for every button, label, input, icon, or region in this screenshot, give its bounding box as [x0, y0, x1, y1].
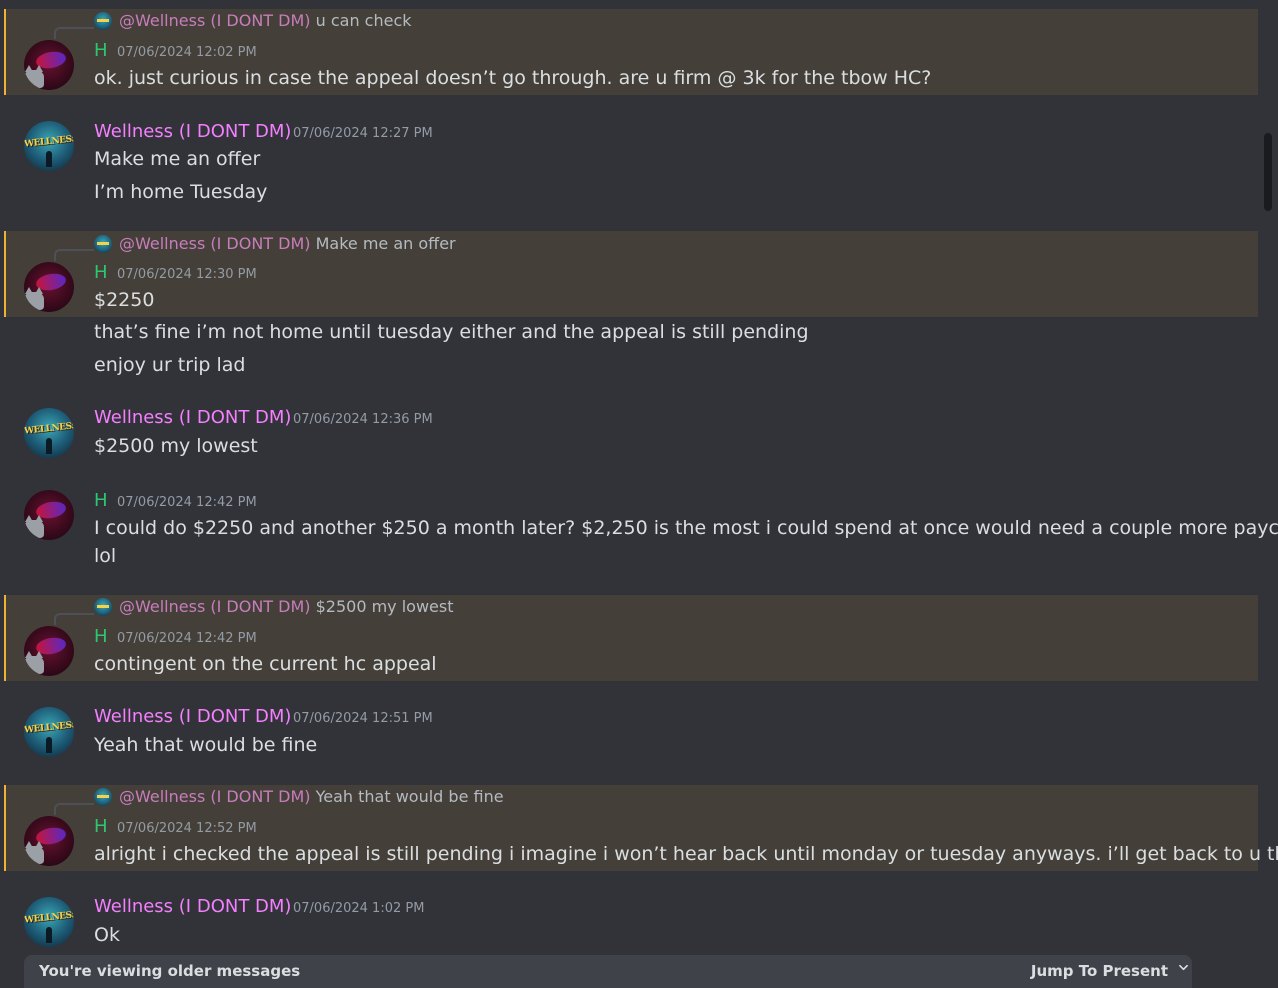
author-name[interactable]: Wellness (I DONT DM)	[94, 121, 291, 142]
message-text: alright i checked the appeal is still pe…	[94, 843, 1278, 865]
message-item[interactable]: WELLNESS Wellness (I DONT DM) 07/06/2024…	[4, 110, 1258, 210]
reply-connector	[54, 613, 94, 625]
message-text: that’s fine i’m not home until tuesday e…	[94, 321, 809, 343]
reply-avatar[interactable]	[94, 788, 112, 806]
message-continuation[interactable]: that’s fine i’m not home until tuesday e…	[4, 317, 1258, 383]
scrollbar-thumb[interactable]	[1264, 133, 1272, 211]
timestamp: 07/06/2024 12:27 PM	[293, 126, 433, 141]
timestamp: 07/06/2024 1:02 PM	[293, 901, 425, 916]
avatar-label: WELLNESS	[24, 421, 74, 437]
author-name[interactable]: H	[94, 626, 108, 647]
avatar[interactable]	[24, 262, 74, 312]
message-text: Yeah that would be fine	[94, 734, 318, 756]
message-text: $2250	[94, 289, 155, 311]
timestamp: 07/06/2024 12:51 PM	[293, 711, 433, 726]
avatar[interactable]: WELLNESS	[24, 408, 74, 458]
author-name[interactable]: Wellness (I DONT DM)	[94, 896, 291, 917]
avatar[interactable]	[24, 626, 74, 676]
author-name[interactable]: H	[94, 816, 108, 837]
older-messages-bar: You're viewing older messages Jump To Pr…	[24, 955, 1192, 988]
message-text: enjoy ur trip lad	[94, 354, 246, 376]
reply-preview[interactable]: @Wellness (I DONT DM) u can check	[119, 11, 412, 30]
message-text: Ok	[94, 924, 120, 946]
avatar[interactable]: WELLNESS	[24, 897, 74, 947]
reply-text: Make me an offer	[315, 234, 456, 253]
timestamp: 07/06/2024 12:52 PM	[117, 821, 257, 836]
message-item[interactable]: @Wellness (I DONT DM) $2500 my lowest H …	[4, 595, 1258, 681]
jump-to-present-button[interactable]: Jump To Present	[1031, 962, 1168, 980]
message-text: $2500 my lowest	[94, 435, 258, 457]
avatar-label: WELLNESS	[24, 910, 74, 926]
message-item[interactable]: H 07/06/2024 12:42 PM I could do $2250 a…	[4, 480, 1278, 580]
message-text: I’m home Tuesday	[94, 181, 268, 203]
older-messages-notice: You're viewing older messages	[39, 962, 301, 980]
avatar-label: WELLNESS	[24, 134, 74, 150]
reply-connector	[54, 803, 94, 815]
chevron-down-icon[interactable]	[1179, 963, 1188, 972]
avatar[interactable]: WELLNESS	[24, 121, 74, 171]
reply-mention[interactable]: @Wellness (I DONT DM)	[119, 11, 311, 30]
timestamp: 07/06/2024 12:42 PM	[117, 631, 257, 646]
message-text: lol	[94, 545, 117, 567]
timestamp: 07/06/2024 12:30 PM	[117, 267, 257, 282]
reply-mention[interactable]: @Wellness (I DONT DM)	[119, 787, 311, 806]
avatar[interactable]: WELLNESS	[24, 707, 74, 757]
reply-preview[interactable]: @Wellness (I DONT DM) $2500 my lowest	[119, 597, 454, 616]
reply-connector	[54, 27, 94, 39]
message-text: ok. just curious in case the appeal does…	[94, 67, 932, 89]
message-text: contingent on the current hc appeal	[94, 653, 437, 675]
timestamp: 07/06/2024 12:02 PM	[117, 45, 257, 60]
author-name[interactable]: Wellness (I DONT DM)	[94, 706, 291, 727]
avatar[interactable]	[24, 816, 74, 866]
avatar[interactable]	[24, 40, 74, 90]
author-name[interactable]: Wellness (I DONT DM)	[94, 407, 291, 428]
message-item[interactable]: @Wellness (I DONT DM) Make me an offer H…	[4, 231, 1258, 317]
author-name[interactable]: H	[94, 490, 108, 511]
reply-preview[interactable]: @Wellness (I DONT DM) Yeah that would be…	[119, 787, 504, 806]
reply-avatar[interactable]	[94, 12, 112, 30]
timestamp: 07/06/2024 12:36 PM	[293, 412, 433, 427]
message-item[interactable]: @Wellness (I DONT DM) u can check H 07/0…	[4, 9, 1258, 95]
reply-mention[interactable]: @Wellness (I DONT DM)	[119, 234, 311, 253]
author-name[interactable]: H	[94, 262, 108, 283]
reply-avatar[interactable]	[94, 598, 112, 616]
message-item[interactable]: WELLNESS Wellness (I DONT DM) 07/06/2024…	[4, 696, 1258, 772]
reply-text: $2500 my lowest	[315, 597, 454, 616]
reply-text: u can check	[315, 11, 412, 30]
message-item[interactable]: @Wellness (I DONT DM) Yeah that would be…	[4, 785, 1278, 871]
reply-text: Yeah that would be fine	[315, 787, 504, 806]
message-text: Make me an offer	[94, 148, 261, 170]
message-text: I could do $2250 and another $250 a mont…	[94, 517, 1278, 539]
message-item[interactable]: WELLNESS Wellness (I DONT DM) 07/06/2024…	[4, 886, 1258, 955]
avatar-label: WELLNESS	[24, 720, 74, 736]
author-name[interactable]: H	[94, 40, 108, 61]
reply-avatar[interactable]	[94, 235, 112, 253]
timestamp: 07/06/2024 12:42 PM	[117, 495, 257, 510]
reply-connector	[54, 249, 94, 261]
reply-mention[interactable]: @Wellness (I DONT DM)	[119, 597, 311, 616]
message-item[interactable]: WELLNESS Wellness (I DONT DM) 07/06/2024…	[4, 397, 1258, 471]
reply-preview[interactable]: @Wellness (I DONT DM) Make me an offer	[119, 234, 456, 253]
avatar[interactable]	[24, 490, 74, 540]
